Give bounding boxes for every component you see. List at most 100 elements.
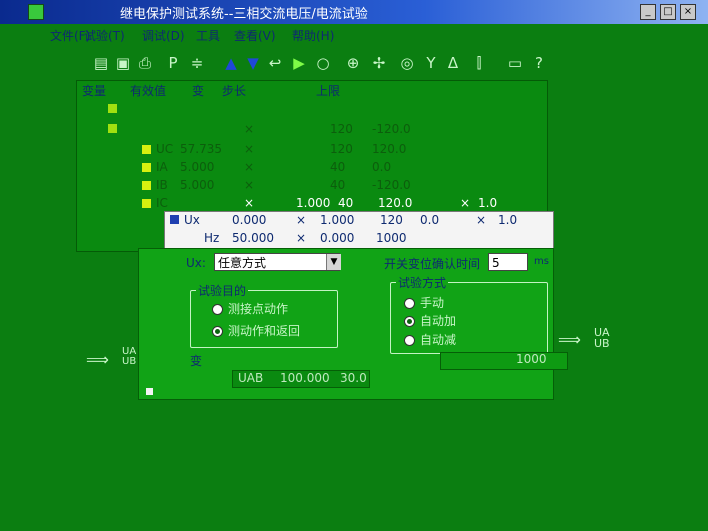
row-color-swatch xyxy=(142,199,151,208)
row-limit[interactable]: 1000 xyxy=(376,231,407,245)
row-name: Ux xyxy=(184,213,200,227)
phasor-label-left-ub: UB xyxy=(122,356,137,367)
row-limit[interactable]: 120 xyxy=(330,142,353,156)
menu-tools[interactable]: 工具 xyxy=(196,27,220,44)
play-icon[interactable]: ▶ xyxy=(290,54,308,72)
method-radio-manual[interactable] xyxy=(404,298,415,309)
maximize-button[interactable]: □ xyxy=(660,4,676,20)
bar-icon[interactable]: ⫿ xyxy=(470,54,488,72)
col-header-var2: 变 xyxy=(192,84,205,98)
row-x: × xyxy=(244,142,255,156)
menu-view[interactable]: 查看(V) xyxy=(234,27,276,44)
purpose-radio-action-return[interactable] xyxy=(212,326,223,337)
switch-time-input[interactable]: 5 xyxy=(488,253,528,271)
bottom-row-v1[interactable]: 100.000 xyxy=(280,371,330,385)
method-option-manual[interactable]: 手动 xyxy=(420,294,444,311)
row-angle[interactable]: 0.0 xyxy=(372,160,391,174)
app-icon xyxy=(28,4,44,20)
row-name: IC xyxy=(156,196,168,210)
row-color-swatch xyxy=(170,215,179,224)
row-angle[interactable]: 0.0 xyxy=(420,213,439,227)
row-step[interactable]: 1.000 xyxy=(296,196,330,210)
row-name: IB xyxy=(156,178,168,192)
method-radio-auto-sub[interactable] xyxy=(404,335,415,346)
row-limit[interactable]: 120 xyxy=(380,213,403,227)
row-color-swatch xyxy=(108,124,117,133)
row-step[interactable]: 1.000 xyxy=(320,213,354,227)
help-icon[interactable]: ? xyxy=(530,54,548,72)
row-x: × xyxy=(476,213,487,227)
row-angle[interactable]: 120.0 xyxy=(372,142,406,156)
row-angle[interactable]: -120.0 xyxy=(372,122,411,136)
purpose-radio-contact[interactable] xyxy=(212,304,223,315)
row-step[interactable]: 0.000 xyxy=(320,231,354,245)
row-angle[interactable]: 120.0 xyxy=(378,196,412,210)
col-header-step: 步长 xyxy=(222,84,247,98)
method-option-auto-sub[interactable]: 自动减 xyxy=(420,331,456,348)
close-button[interactable]: × xyxy=(680,4,696,20)
row-limit[interactable]: 120 xyxy=(330,122,353,136)
bottom-row-v2[interactable]: 30.0 xyxy=(340,371,367,385)
row-value[interactable]: 57.735 xyxy=(180,142,222,156)
right-value-box xyxy=(440,352,568,370)
bottom-label: 变 xyxy=(190,354,203,368)
row-name: Hz xyxy=(204,231,220,245)
arrow-icon: ⟹ xyxy=(558,330,581,349)
row-value[interactable]: 5.000 xyxy=(180,160,214,174)
method-option-auto-add[interactable]: 自动加 xyxy=(420,312,456,329)
purpose-group-title: 试验目的 xyxy=(196,282,249,299)
right-value[interactable]: 1000 xyxy=(516,352,547,366)
method-radio-auto-add[interactable] xyxy=(404,316,415,327)
row-name: IA xyxy=(156,160,168,174)
phasor-label-right-ub: UB xyxy=(594,337,610,350)
row-value[interactable]: 0.000 xyxy=(232,213,266,227)
method-group-title: 试验方式 xyxy=(396,274,449,291)
calc-icon[interactable]: ▭ xyxy=(506,54,524,72)
row-limit[interactable]: 40 xyxy=(330,178,345,192)
open-icon[interactable]: ▤ xyxy=(92,54,110,72)
row-x: × xyxy=(296,231,307,245)
row-x: × xyxy=(296,213,307,227)
menu-debug[interactable]: 调试(D) xyxy=(142,27,185,44)
col-header-var: 变量 xyxy=(82,84,107,98)
row-limit[interactable]: 40 xyxy=(330,160,345,174)
ux-hz-table xyxy=(164,211,554,249)
switch-time-unit: ms xyxy=(534,256,549,267)
minimize-button[interactable]: _ xyxy=(640,4,656,20)
purpose-option-action-return[interactable]: 测动作和返回 xyxy=(228,322,300,339)
row-x: × xyxy=(244,178,255,192)
plus-icon[interactable]: ✢ xyxy=(370,54,388,72)
menu-test[interactable]: 试验(T) xyxy=(84,27,125,44)
save-icon[interactable]: ▣ xyxy=(114,54,132,72)
p-icon[interactable]: P xyxy=(164,54,182,72)
arrow-icon: ⟹ xyxy=(86,350,109,369)
triangle-up-icon[interactable]: ▲ xyxy=(222,54,240,72)
row-x: × xyxy=(244,122,255,136)
status-marker xyxy=(146,388,153,395)
row-limit[interactable]: 40 xyxy=(338,196,353,210)
triangle-down-icon[interactable]: ▼ xyxy=(244,54,262,72)
row-x: × xyxy=(244,160,255,174)
row-color-swatch xyxy=(142,181,151,190)
ux-mode-select[interactable]: 任意方式 xyxy=(214,253,340,271)
equal-icon[interactable]: ≑ xyxy=(188,54,206,72)
print-icon[interactable]: ⎙ xyxy=(136,54,154,72)
col-header-rms: 有效值 xyxy=(130,84,167,98)
purpose-option-contact[interactable]: 测接点动作 xyxy=(228,300,288,317)
row-step2[interactable]: 1.0 xyxy=(478,196,497,210)
row-value[interactable]: 50.000 xyxy=(232,231,274,245)
row-value[interactable]: 5.000 xyxy=(180,178,214,192)
row-angle[interactable]: -120.0 xyxy=(372,178,411,192)
delta-icon[interactable]: Δ xyxy=(444,54,462,72)
y-icon[interactable]: Y xyxy=(422,54,440,72)
bottom-row-name: UAB xyxy=(238,371,264,385)
undo-icon[interactable]: ↩ xyxy=(266,54,284,72)
target-icon[interactable]: ◎ xyxy=(398,54,416,72)
switch-time-label: 开关变位确认时间 xyxy=(384,257,481,271)
chevron-down-icon[interactable]: ▼ xyxy=(326,254,341,270)
zoom-icon[interactable]: ⊕ xyxy=(344,54,362,72)
menu-help[interactable]: 帮助(H) xyxy=(292,27,334,44)
circle-icon[interactable]: ○ xyxy=(314,54,332,72)
row-step2[interactable]: 1.0 xyxy=(498,213,517,227)
row-color-swatch xyxy=(142,163,151,172)
